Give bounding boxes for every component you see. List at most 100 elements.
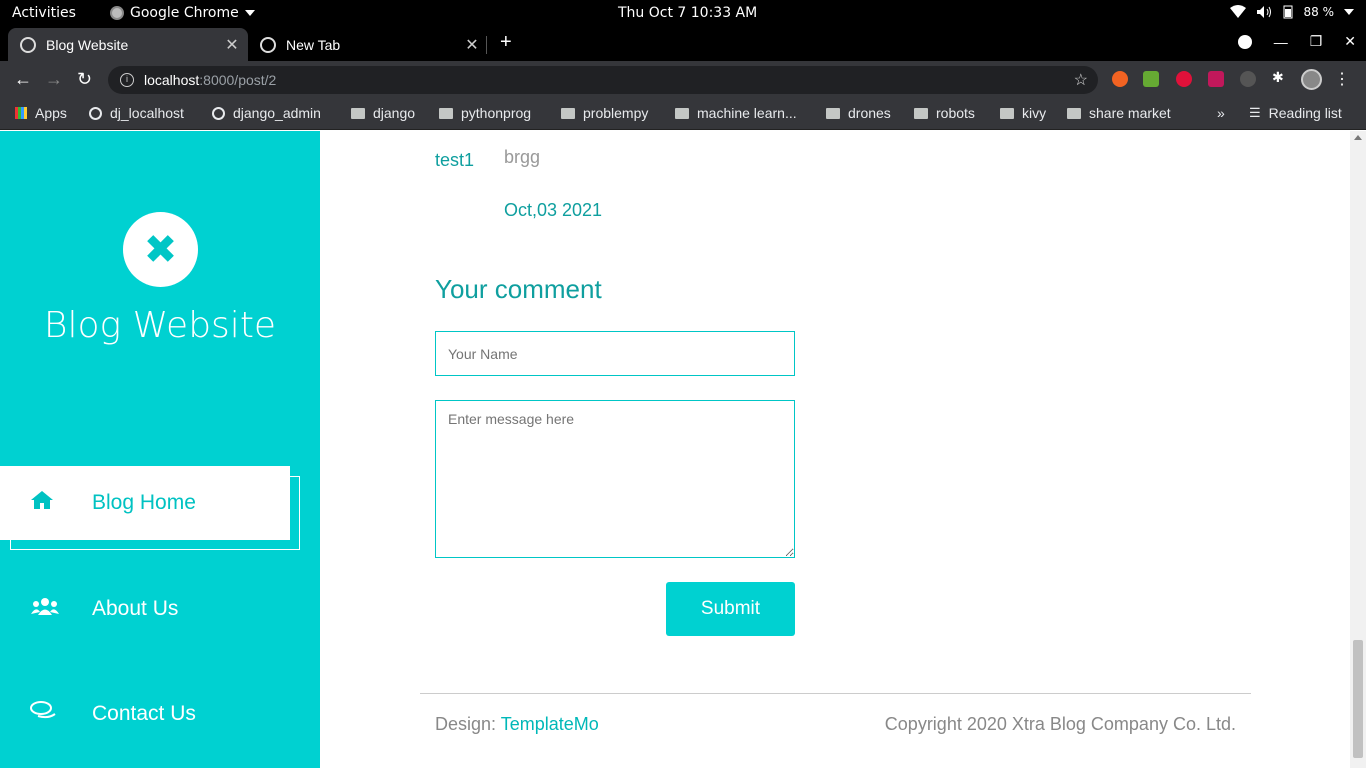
avatar[interactable] [1301,69,1322,90]
reload-icon[interactable]: ↻ [77,69,92,90]
bookmark-dj-localhost[interactable]: dj_localhost [89,105,184,121]
bookmark-django-admin[interactable]: django_admin [212,105,321,121]
folder-icon [914,107,928,119]
close-icon[interactable]: ✕ [222,35,242,55]
close-x-icon: ✖ [143,226,178,273]
bookmark-problempy[interactable]: problempy [561,105,648,121]
bookmarks-bar: Apps dj_localhost django_admin django py… [0,98,1366,130]
footer-copyright: Copyright 2020 Xtra Blog Company Co. Ltd… [884,714,1236,734]
url-path: :8000/post/2 [199,72,277,88]
browser-toolbar: ← → ↻ i localhost :8000/post/2 ☆ ✱ ⋮ [0,61,1366,98]
system-top-bar: Activities Google Chrome Thu Oct 7 10:33… [0,0,1366,27]
tab-search-icon[interactable] [1237,34,1252,49]
app-menu[interactable]: Google Chrome [110,5,255,21]
site-title[interactable]: Blog Website [0,305,320,346]
close-icon[interactable]: ✕ [462,35,482,55]
info-icon[interactable]: i [120,73,134,87]
comment-author: test1 [435,150,475,170]
bookmark-machine-learn[interactable]: machine learn... [675,105,797,121]
globe-icon [20,36,36,53]
globe-icon [89,106,102,120]
comment-text: brgg [504,147,541,167]
app-name: Google Chrome [130,5,239,21]
window-controls: — ❐ ✕ [1237,33,1356,50]
reading-list-icon: ☰ [1249,105,1261,120]
tab-divider [486,36,487,54]
folder-icon [439,107,453,119]
kebab-menu-icon[interactable]: ⋮ [1334,69,1350,89]
nav-about-us[interactable]: About Us [0,572,290,646]
nav-label: Blog Home [92,491,196,514]
bookmark-star-icon[interactable]: ☆ [1074,70,1088,90]
extension-icon[interactable] [1240,71,1256,87]
globe-icon [212,106,225,120]
scroll-up-arrow-icon[interactable] [1354,135,1362,140]
chrome-icon [110,6,124,20]
nav-label: About Us [92,597,179,620]
folder-icon [1000,107,1014,119]
clock[interactable]: Thu Oct 7 10:33 AM [618,5,757,21]
bookmark-kivy[interactable]: kivy [1000,105,1046,121]
folder-icon [351,107,365,119]
message-textarea[interactable] [435,400,795,558]
tab-new-tab[interactable]: New Tab ✕ [248,28,488,61]
folder-icon [826,107,840,119]
sidebar: ✖ Blog Website Blog Home About Us Contac… [0,131,320,768]
nav-blog-home[interactable]: Blog Home [0,466,290,540]
folder-icon [1067,107,1081,119]
scrollbar-thumb[interactable] [1353,640,1363,758]
main-content: test1 brgg Oct,03 2021 Your comment Subm… [320,131,1350,768]
reading-list-button[interactable]: ☰ Reading list [1249,105,1342,121]
tab-strip: Blog Website ✕ New Tab ✕ [0,27,1366,61]
address-bar[interactable]: i localhost :8000/post/2 ☆ [108,66,1098,94]
bookmark-django[interactable]: django [351,105,415,121]
scrollbar[interactable] [1350,131,1366,768]
footer-design: Design: TemplateMo [435,714,599,735]
web-page: ✖ Blog Website Blog Home About Us Contac… [0,131,1366,768]
submit-button[interactable]: Submit [666,582,795,636]
bookmark-robots[interactable]: robots [914,105,975,121]
battery-percent: 88 % [1303,5,1335,19]
comment-form-heading: Your comment [435,274,602,304]
nav-contact-us[interactable]: Contact Us [0,677,290,751]
system-tray[interactable]: 88 % [1229,5,1354,19]
wifi-icon [1229,5,1246,18]
templatemo-link[interactable]: TemplateMo [501,714,599,734]
maximize-button[interactable]: ❐ [1310,33,1323,50]
chevron-down-icon [1344,9,1354,15]
globe-icon [260,36,276,53]
logo[interactable]: ✖ [123,212,198,287]
folder-icon [561,107,575,119]
new-tab-button[interactable]: + [500,31,512,54]
activities-button[interactable]: Activities [12,5,76,21]
volume-icon [1256,6,1271,18]
bookmark-pythonprog[interactable]: pythonprog [439,105,531,121]
forward-icon[interactable]: → [45,69,63,90]
extension-icon[interactable] [1112,71,1128,87]
comment-date: Oct,03 2021 [504,200,603,220]
close-window-button[interactable]: ✕ [1344,33,1356,50]
bookmark-apps[interactable]: Apps [15,105,67,121]
adblock-icon[interactable] [1176,71,1192,87]
extension-icon[interactable] [1208,71,1224,87]
bookmark-share-market[interactable]: share market [1067,105,1171,121]
chevron-down-icon [244,10,255,16]
footer-divider [420,693,1251,694]
tab-title: Blog Website [46,36,129,53]
bookmark-drones[interactable]: drones [826,105,891,121]
users-icon [0,596,92,622]
back-icon[interactable]: ← [14,69,32,90]
name-input[interactable] [435,331,795,376]
apps-grid-icon [15,107,27,119]
extension-icon[interactable] [1143,71,1159,87]
tab-blog-website[interactable]: Blog Website ✕ [8,28,248,61]
comments-icon [0,700,92,728]
home-icon [0,490,92,516]
minimize-button[interactable]: — [1274,34,1288,50]
nav-label: Contact Us [92,702,196,725]
bookmarks-overflow-button[interactable]: » [1217,105,1225,121]
folder-icon [675,107,689,119]
tab-title: New Tab [286,36,341,53]
battery-icon [1283,5,1292,19]
puzzle-icon[interactable]: ✱ [1272,69,1288,85]
